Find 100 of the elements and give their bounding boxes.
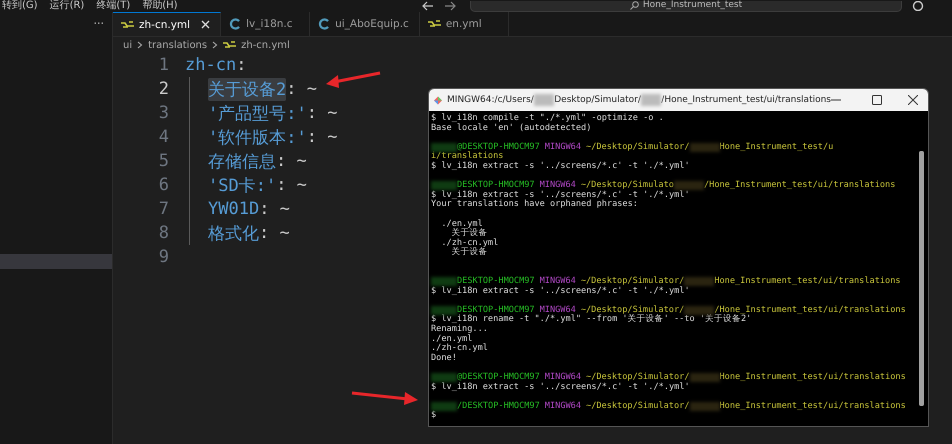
yaml-key: 格式化 bbox=[208, 222, 259, 244]
yaml-key: zh-cn bbox=[185, 55, 236, 75]
line-number: 2 bbox=[158, 79, 169, 99]
search-icon bbox=[630, 1, 639, 10]
annotation-arrow bbox=[352, 392, 418, 405]
blurred-patch bbox=[431, 373, 457, 382]
terminal-path: ~/Desktop/Simulator/ bbox=[580, 277, 684, 286]
editor-tab[interactable]: en.yml bbox=[420, 12, 509, 36]
terminal-path: ~/Desktop/Simulato bbox=[580, 181, 674, 190]
forward-arrow-icon[interactable] bbox=[444, 1, 456, 11]
terminal-line: $ bbox=[431, 411, 436, 421]
yaml-file-icon bbox=[428, 20, 441, 28]
terminal-line: ./en.yml bbox=[431, 334, 472, 344]
menu-item[interactable]: 帮助(H) bbox=[142, 1, 178, 11]
scrollbar[interactable] bbox=[919, 151, 924, 406]
terminal-shell: MINGW64 bbox=[544, 142, 582, 152]
chevron-right-icon bbox=[137, 41, 144, 49]
terminal-line: ./en.yml bbox=[440, 220, 483, 229]
yaml-key: 'SD卡:' bbox=[208, 174, 276, 196]
app-diamond-icon bbox=[434, 94, 442, 106]
line-number: 4 bbox=[158, 127, 169, 147]
yaml-value: : ~ bbox=[306, 127, 338, 147]
line-number: 7 bbox=[158, 199, 169, 219]
blurred-patch bbox=[431, 277, 457, 286]
c-file-icon bbox=[318, 18, 330, 30]
terminal-shell: MINGW64 bbox=[540, 277, 576, 286]
blurred-patch bbox=[690, 143, 720, 152]
blurred-patch bbox=[690, 402, 720, 412]
terminal-shell: MINGW64 bbox=[540, 306, 576, 315]
terminal-path: Hone_Instrument_test/ui/translations bbox=[720, 402, 906, 412]
blurred-patch bbox=[534, 94, 554, 106]
yaml-key: YW01D bbox=[208, 199, 260, 219]
menu-item[interactable]: 转到(G) bbox=[2, 1, 38, 11]
menu-item[interactable]: 运行(R) bbox=[50, 1, 84, 11]
line-number: 9 bbox=[158, 247, 169, 267]
terminal-shell: MINGW64 bbox=[544, 402, 582, 412]
window-title: /Hone_Instrument_test/ui/translations bbox=[661, 95, 831, 105]
line-number: 6 bbox=[158, 175, 169, 195]
breadcrumb-item[interactable]: zh-cn.yml bbox=[241, 40, 290, 50]
yaml-value: : bbox=[236, 55, 246, 75]
terminal-path: ~/Desktop/Simulator/ bbox=[586, 373, 690, 382]
terminal-shell: MINGW64 bbox=[540, 181, 576, 190]
close-icon[interactable] bbox=[908, 95, 918, 105]
blurred-patch bbox=[431, 402, 457, 412]
terminal-host: DESKTOP-HMOCM97 bbox=[457, 181, 535, 190]
terminal-line: i/translations bbox=[431, 152, 504, 162]
yaml-key: '产品型号:' bbox=[208, 102, 307, 124]
terminal-path: ~/Desktop/Simulator/ bbox=[586, 402, 690, 412]
breadcrumb-item[interactable]: ui bbox=[123, 40, 132, 50]
line-number: 3 bbox=[158, 103, 169, 123]
yaml-file-icon bbox=[223, 41, 236, 49]
terminal-line: ./zh-cn.yml bbox=[431, 344, 488, 354]
blurred-patch bbox=[674, 181, 704, 190]
editor-tab[interactable]: lv_i18n.c bbox=[221, 12, 310, 36]
terminal-path: /Hone_Instrument_test/ui/translations bbox=[704, 181, 896, 191]
terminal-host: DESKTOP-HMOCM97 bbox=[457, 306, 535, 315]
annotation-arrow bbox=[326, 72, 380, 88]
terminal-path: Hone_Instrument_test/ui/translations bbox=[720, 373, 906, 383]
blurred-patch bbox=[684, 277, 714, 286]
terminal-shell: MINGW64 bbox=[544, 373, 582, 382]
terminal-line: $ lv_i18n rename -t "./*.yml" --from '关于设备' --to '关于设备2' bbox=[431, 315, 752, 324]
blurred-patch bbox=[431, 143, 457, 152]
back-arrow-icon[interactable] bbox=[422, 1, 434, 11]
terminal-line: ./zh-cn.yml bbox=[440, 238, 498, 248]
yaml-value: : ~ bbox=[276, 151, 307, 171]
blurred-patch bbox=[640, 94, 662, 106]
terminal-path: ~/Desktop/Simulator/ bbox=[586, 142, 690, 152]
blurred-patch bbox=[690, 373, 720, 382]
blurred-patch bbox=[684, 306, 714, 316]
terminal-host: @DESKTOP-HMOCM97 bbox=[457, 373, 540, 382]
line-number: 8 bbox=[158, 223, 169, 243]
yaml-key: '软件版本:' bbox=[208, 126, 307, 148]
terminal-line: $ lv_i18n extract -s '../screens/*.c' -t './*.yml' bbox=[431, 382, 690, 392]
terminal-line: 关于设备 bbox=[450, 248, 488, 258]
terminal-host: /DESKTOP-HMOCM97 bbox=[457, 402, 540, 412]
line-number: 5 bbox=[158, 151, 169, 171]
terminal-path: ~/Desktop/Simulator/ bbox=[580, 306, 684, 315]
more-actions-button[interactable]: ··· bbox=[94, 18, 104, 30]
breadcrumb-item[interactable]: translations bbox=[148, 40, 208, 50]
yaml-value: : ~ bbox=[259, 223, 290, 243]
terminal-line: Your translations have orphaned phrases: bbox=[431, 200, 638, 210]
command-center-search[interactable]: Hone_Instrument_test bbox=[470, 0, 902, 12]
terminal-line: 关于设备 bbox=[452, 229, 488, 238]
terminal-host: @DESKTOP-HMOCM97 bbox=[457, 142, 540, 152]
terminal-line: $ lv_i18n compile -t "./*.yml" -optimize -o . bbox=[431, 114, 664, 123]
terminal-line: Renaming... bbox=[431, 325, 488, 334]
window-title: Desktop/Simulator/ bbox=[554, 95, 641, 105]
terminal-line: $ lv_i18n extract -s '../screens/*.c' -t './*.yml' bbox=[431, 162, 690, 172]
blurred-patch bbox=[431, 181, 457, 190]
yaml-key: 存储信息 bbox=[208, 150, 276, 172]
maximize-icon[interactable] bbox=[872, 95, 882, 105]
menu-item[interactable]: 终端(T) bbox=[96, 1, 130, 11]
terminal-host: DESKTOP-HMOCM97 bbox=[457, 277, 535, 286]
yaml-value: : ~ bbox=[306, 103, 338, 123]
chevron-right-icon bbox=[212, 41, 218, 49]
terminal-path: /Hone_Instrument_test/ui/translations bbox=[714, 306, 906, 315]
editor-tab[interactable]: ui_AboEquip.c bbox=[310, 12, 420, 36]
terminal-line: $ lv_i18n extract -s '../screens/*.c' -t './*.yml' bbox=[431, 286, 690, 296]
editor-tab[interactable]: zh-cn.yml bbox=[113, 12, 222, 36]
yaml-value: : ~ bbox=[286, 79, 317, 99]
